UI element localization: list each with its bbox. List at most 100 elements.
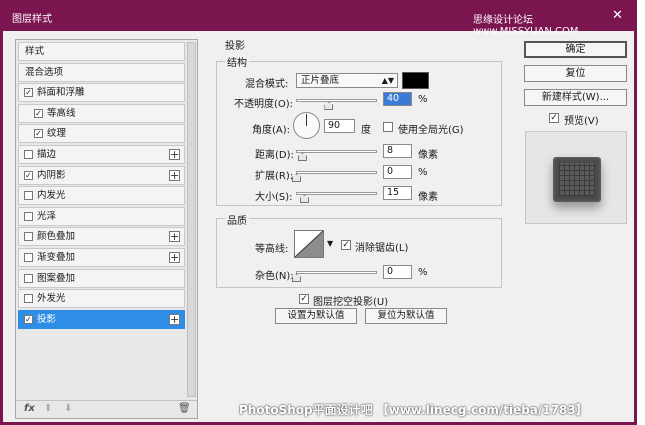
add-effect-icon[interactable]: + (169, 231, 180, 243)
window-title: 图层样式 (12, 14, 52, 25)
contour-curve-icon (294, 230, 324, 258)
distance-slider[interactable] (296, 150, 377, 153)
style-checkbox[interactable]: ✓ (24, 88, 33, 98)
style-list-item-label: 内阴影 (37, 169, 66, 181)
style-list-item[interactable]: ✓ 等高线 (18, 103, 185, 123)
size-label: 大小(S): (255, 192, 293, 203)
ok-button[interactable]: 确定 (524, 41, 627, 58)
size-slider[interactable] (296, 192, 377, 195)
style-checkbox[interactable] (24, 232, 33, 242)
style-list-item[interactable]: 图案叠加 (18, 268, 185, 288)
noise-label: 杂色(N): (255, 271, 294, 282)
preview-texture (559, 163, 595, 196)
style-list-item[interactable]: 内发光 (18, 186, 185, 206)
angle-input[interactable]: 90 (324, 119, 355, 133)
style-list-item[interactable]: 样式 (18, 42, 185, 61)
spread-input[interactable]: 0 (383, 165, 412, 179)
style-list-item-label: 外发光 (37, 293, 66, 305)
style-preview-box (525, 131, 627, 224)
distance-unit: 像素 (418, 150, 438, 161)
quality-title: 品质 (225, 212, 249, 227)
style-list-item[interactable]: ✓ 投影 + (18, 309, 185, 329)
spread-label: 扩展(R): (255, 171, 294, 182)
style-checkbox[interactable]: ✓ (24, 314, 33, 324)
style-checkbox[interactable] (24, 191, 33, 201)
style-list-item-label: 斜面和浮雕 (37, 87, 85, 99)
style-list-item-label: 等高线 (47, 107, 76, 119)
style-checkbox[interactable] (24, 150, 33, 159)
opacity-input[interactable]: 40 (383, 92, 412, 106)
trash-icon[interactable]: 🗑 (178, 403, 191, 414)
noise-slider[interactable] (296, 271, 377, 274)
style-list-item-label: 样式 (25, 46, 45, 57)
style-list-item[interactable]: ✓ 斜面和浮雕 (18, 83, 185, 103)
fx-icon[interactable]: fx (24, 403, 35, 414)
site-label: 思缘设计论坛 www.MISSYUAN.COM (473, 15, 579, 37)
style-checkbox[interactable] (24, 253, 33, 262)
angle-dial[interactable] (293, 112, 320, 139)
contour-picker[interactable] (294, 230, 324, 258)
style-list-item-label: 投影 (37, 313, 57, 325)
style-list-item-label: 光泽 (37, 210, 57, 222)
style-list-item[interactable]: ✓ 内阴影 + (18, 165, 185, 185)
angle-unit: 度 (361, 125, 371, 136)
reset-default-button[interactable]: 复位为默认值 (365, 308, 447, 324)
opacity-unit: % (418, 94, 428, 105)
style-list-item-label: 描边 (37, 149, 57, 160)
size-unit: 像素 (418, 192, 438, 203)
preview-checkbox[interactable]: ✓ (549, 113, 559, 123)
style-list-item[interactable]: 光泽 (18, 206, 185, 226)
distance-label: 距离(D): (255, 150, 294, 161)
noise-input[interactable]: 0 (383, 265, 412, 279)
title-bar: 图层样式 思缘设计论坛 www.MISSYUAN.COM ✕ (3, 3, 634, 37)
preview-thumbnail (553, 157, 601, 202)
reset-button[interactable]: 复位 (524, 65, 627, 82)
distance-input[interactable]: 8 (383, 144, 412, 158)
opacity-slider[interactable] (296, 99, 377, 102)
section-title: 投影 (225, 41, 245, 52)
style-list-item-label: 渐变叠加 (37, 252, 76, 263)
size-input[interactable]: 15 (383, 186, 412, 200)
spread-unit: % (418, 167, 428, 178)
down-arrow-icon[interactable]: ⬇ (64, 403, 72, 414)
style-checkbox[interactable]: ✓ (34, 108, 43, 118)
global-light-checkbox[interactable] (383, 122, 393, 132)
shadow-color-swatch[interactable] (402, 72, 429, 89)
style-list-item[interactable]: ✓ 纹理 (18, 124, 185, 144)
style-checkbox[interactable]: ✓ (34, 129, 43, 139)
style-checkbox[interactable] (24, 294, 33, 304)
styles-list-panel: fx ⬆ ⬇ 🗑 样式混合选项 ✓ 斜面和浮雕 ✓ 等高线 ✓ 纹理描边 + ✓ 内阴影 + 内发光光… (15, 39, 198, 419)
make-default-button[interactable]: 设置为默认值 (275, 308, 357, 324)
up-arrow-icon[interactable]: ⬆ (44, 403, 52, 414)
chevron-down-icon: ▲▼ (381, 76, 394, 85)
style-list-item-label: 图案叠加 (37, 272, 76, 284)
add-effect-icon[interactable]: + (169, 313, 180, 325)
style-checkbox[interactable] (24, 273, 33, 283)
style-checkbox[interactable] (24, 211, 33, 221)
style-list-item[interactable]: 外发光 (18, 289, 185, 309)
anti-alias-label: 消除锯齿(L) (355, 243, 409, 254)
angle-label: 角度(A): (252, 125, 291, 136)
knockout-checkbox[interactable]: ✓ (299, 294, 309, 304)
add-effect-icon[interactable]: + (169, 149, 180, 160)
blend-mode-value: 正片叠底 (301, 75, 340, 86)
opacity-label: 不透明度(O): (234, 99, 294, 110)
style-list-item[interactable]: 颜色叠加 + (18, 227, 185, 247)
contour-dropdown-icon[interactable]: ▼ (327, 239, 333, 248)
add-effect-icon[interactable]: + (169, 169, 180, 181)
style-list-item[interactable]: 描边 + (18, 145, 185, 164)
close-icon[interactable]: ✕ (612, 8, 623, 23)
blend-mode-select[interactable]: 正片叠底 ▲▼ (296, 73, 398, 88)
style-list-item[interactable]: 混合选项 (18, 62, 185, 82)
styles-list-scrollbar[interactable] (187, 42, 196, 397)
spread-slider[interactable] (296, 171, 377, 174)
style-list-item-label: 混合选项 (25, 66, 64, 78)
new-style-button[interactable]: 新建样式(W)... (524, 89, 627, 106)
style-list-item[interactable]: 渐变叠加 + (18, 248, 185, 267)
add-effect-icon[interactable]: + (169, 252, 180, 263)
anti-alias-checkbox[interactable]: ✓ (341, 240, 351, 250)
style-checkbox[interactable]: ✓ (24, 170, 33, 180)
watermark-text: PhotoShop平面设计吧 【www.linecg.com/tieba/178… (239, 403, 588, 417)
global-light-label: 使用全局光(G) (398, 125, 464, 136)
angle-dial-needle (306, 114, 307, 126)
